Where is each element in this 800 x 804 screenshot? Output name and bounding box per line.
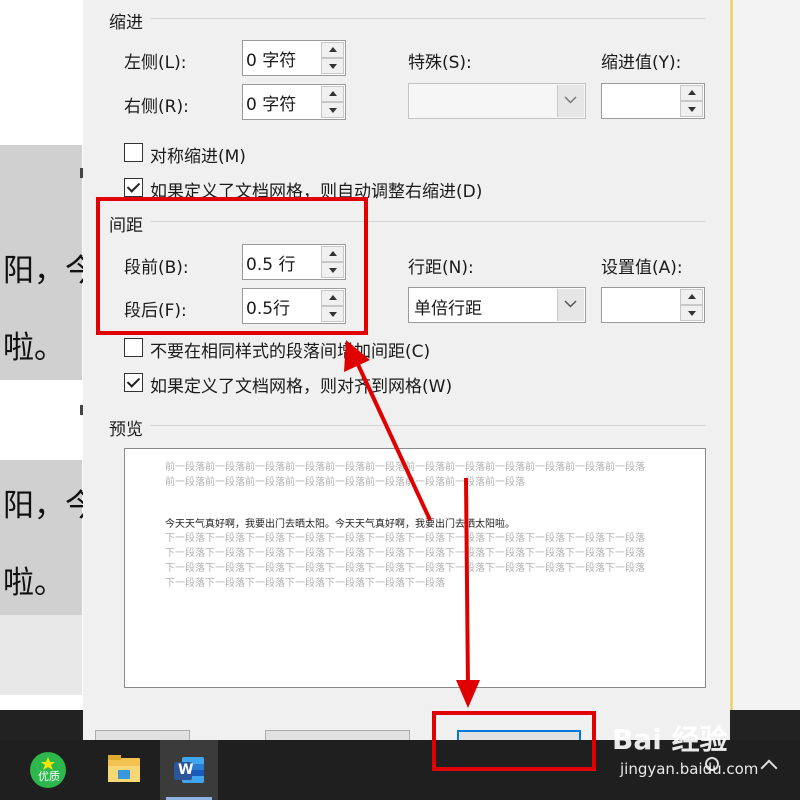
- arrow-head-down-icon: [456, 680, 480, 708]
- annotation-arrow-up: [353, 357, 432, 521]
- annotation-arrows: [344, 340, 480, 708]
- arrow-head-up-icon: [344, 340, 370, 372]
- annotation-arrow-down: [464, 477, 470, 691]
